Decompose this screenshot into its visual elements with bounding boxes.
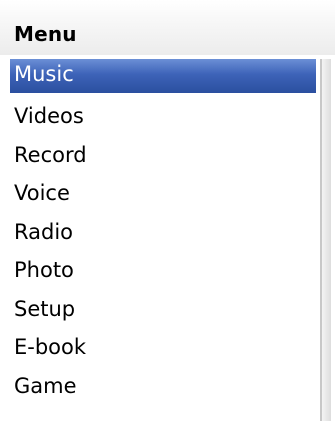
menu-item-voice[interactable]: Voice — [10, 174, 316, 213]
menu-header: Menu — [0, 0, 335, 55]
menu-list: Music Videos Record Voice Radio Photo Se… — [10, 59, 316, 405]
scrollbar-thumb[interactable] — [322, 59, 331, 421]
menu-item-setup[interactable]: Setup — [10, 290, 316, 329]
menu-item-record[interactable]: Record — [10, 136, 316, 175]
scrollbar[interactable] — [320, 59, 332, 421]
menu-item-game[interactable]: Game — [10, 367, 316, 406]
menu-item-ebook[interactable]: E-book — [10, 328, 316, 367]
menu-item-photo[interactable]: Photo — [10, 251, 316, 290]
page-title: Menu — [14, 22, 77, 46]
menu-item-videos[interactable]: Videos — [10, 97, 316, 136]
menu-screen: Menu Music Videos Record Voice Radio Pho… — [0, 0, 335, 427]
menu-item-music[interactable]: Music — [10, 59, 316, 93]
menu-item-radio[interactable]: Radio — [10, 213, 316, 252]
